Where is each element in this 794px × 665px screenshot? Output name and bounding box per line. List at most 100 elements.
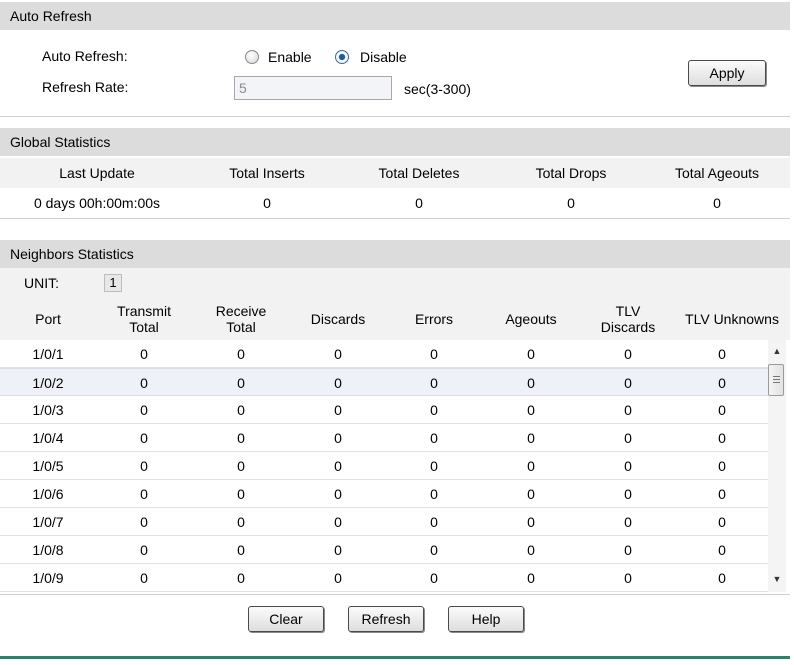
transmit-total-cell: 0: [140, 514, 148, 530]
port-cell: 1/0/9: [32, 570, 64, 586]
apply-button[interactable]: Apply: [688, 60, 766, 86]
neighbors-header-row: Port Transmit Total Receive Total Discar…: [0, 298, 790, 340]
receive-total-cell: 0: [237, 570, 245, 586]
discards-cell: 0: [334, 346, 342, 362]
column-header-errors: Errors: [414, 311, 454, 327]
transmit-total-cell: 0: [140, 486, 148, 502]
total-drops-cell: 0: [567, 195, 575, 211]
column-header-line: Receive: [215, 303, 267, 319]
transmit-total-cell: 0: [140, 402, 148, 418]
scrollbar-thumb[interactable]: [768, 364, 784, 396]
tlv-discards-cell: 0: [624, 458, 632, 474]
tlv-unknowns-cell: 0: [718, 458, 726, 474]
column-header: Total Drops: [498, 158, 644, 188]
tlv-unknowns-cell: 0: [718, 375, 726, 391]
total-ageouts-cell: 0: [713, 195, 721, 211]
discards-cell: 0: [334, 430, 342, 446]
errors-cell: 0: [430, 346, 438, 362]
divider: [0, 218, 790, 219]
port-cell: 1/0/1: [32, 346, 64, 362]
table-row[interactable]: 1/0/8 0 0 0 0 0 0 0: [0, 536, 768, 564]
table-row[interactable]: 1/0/1 0 0 0 0 0 0 0: [0, 340, 768, 368]
column-header-line: Discards: [600, 319, 656, 335]
column-header-line: Transmit: [117, 303, 171, 319]
errors-cell: 0: [430, 514, 438, 530]
column-header-ageouts: Ageouts: [505, 311, 557, 327]
global-statistics-header: Global Statistics: [0, 128, 790, 156]
receive-total-cell: 0: [237, 402, 245, 418]
refresh-rate-input[interactable]: 5: [234, 76, 392, 100]
unit-label: UNIT:: [24, 275, 59, 291]
tlv-unknowns-cell: 0: [718, 402, 726, 418]
table-row[interactable]: 1/0/2 0 0 0 0 0 0 0: [0, 368, 768, 396]
neighbors-statistics-header: Neighbors Statistics: [0, 240, 790, 268]
transmit-total-cell: 0: [140, 570, 148, 586]
errors-cell: 0: [430, 375, 438, 391]
global-statistics-title: Global Statistics: [10, 134, 111, 150]
port-cell: 1/0/8: [32, 542, 64, 558]
errors-cell: 0: [430, 458, 438, 474]
tlv-unknowns-cell: 0: [718, 430, 726, 446]
errors-cell: 0: [430, 486, 438, 502]
neighbors-statistics-title: Neighbors Statistics: [10, 246, 134, 262]
disable-label[interactable]: Disable: [360, 49, 407, 65]
discards-cell: 0: [334, 514, 342, 530]
errors-cell: 0: [430, 430, 438, 446]
scroll-up-icon[interactable]: ▲: [768, 342, 786, 360]
help-button[interactable]: Help: [448, 606, 524, 632]
column-header-tlv-unknowns: TLV Unknowns: [685, 311, 779, 327]
receive-total-cell: 0: [237, 375, 245, 391]
port-cell: 1/0/7: [32, 514, 64, 530]
clear-button[interactable]: Clear: [248, 606, 324, 632]
ageouts-cell: 0: [527, 375, 535, 391]
discards-cell: 0: [334, 486, 342, 502]
auto-refresh-title: Auto Refresh: [10, 8, 92, 24]
total-deletes-cell: 0: [415, 195, 423, 211]
auto-refresh-label: Auto Refresh:: [42, 48, 128, 64]
receive-total-cell: 0: [237, 514, 245, 530]
discards-cell: 0: [334, 375, 342, 391]
receive-total-cell: 0: [237, 430, 245, 446]
port-cell: 1/0/6: [32, 486, 64, 502]
tlv-unknowns-cell: 0: [718, 542, 726, 558]
receive-total-cell: 0: [237, 486, 245, 502]
tlv-discards-cell: 0: [624, 570, 632, 586]
disable-radio[interactable]: [335, 50, 349, 64]
column-header-line: TLV: [615, 303, 641, 319]
table-row[interactable]: 1/0/4 0 0 0 0 0 0 0: [0, 424, 768, 452]
receive-total-cell: 0: [237, 458, 245, 474]
column-header-tlv-discards: TLV Discards: [580, 298, 676, 340]
column-header: Total Ageouts: [644, 158, 790, 188]
transmit-total-cell: 0: [140, 458, 148, 474]
table-row[interactable]: 1/0/5 0 0 0 0 0 0 0: [0, 452, 768, 480]
column-header: Total Inserts: [194, 158, 340, 188]
enable-radio[interactable]: [245, 50, 259, 64]
table-row[interactable]: 1/0/9 0 0 0 0 0 0 0: [0, 564, 768, 592]
column-header-line: Total: [129, 319, 159, 335]
ageouts-cell: 0: [527, 430, 535, 446]
ageouts-cell: 0: [527, 486, 535, 502]
auto-refresh-header: Auto Refresh: [0, 2, 790, 30]
ageouts-cell: 0: [527, 542, 535, 558]
errors-cell: 0: [430, 570, 438, 586]
table-row[interactable]: 1/0/6 0 0 0 0 0 0 0: [0, 480, 768, 508]
table-row[interactable]: 1/0/7 0 0 0 0 0 0 0: [0, 508, 768, 536]
unit-selector[interactable]: 1: [104, 274, 122, 292]
column-header-receive-total: Receive Total: [192, 298, 290, 340]
tlv-discards-cell: 0: [624, 402, 632, 418]
tlv-unknowns-cell: 0: [718, 486, 726, 502]
table-row[interactable]: 1/0/3 0 0 0 0 0 0 0: [0, 396, 768, 424]
tlv-unknowns-cell: 0: [718, 514, 726, 530]
enable-label[interactable]: Enable: [268, 49, 312, 65]
refresh-button[interactable]: Refresh: [348, 606, 424, 632]
discards-cell: 0: [334, 542, 342, 558]
receive-total-cell: 0: [237, 542, 245, 558]
footer-line: [0, 656, 790, 659]
port-cell: 1/0/5: [32, 458, 64, 474]
global-statistics-table: Last Update Total Inserts Total Deletes …: [0, 158, 790, 218]
discards-cell: 0: [334, 570, 342, 586]
ageouts-cell: 0: [527, 514, 535, 530]
scroll-down-icon[interactable]: ▼: [768, 570, 786, 588]
column-header-discards: Discards: [310, 311, 366, 327]
table-row: 0 days 00h:00m:00s 0 0 0 0: [0, 188, 790, 218]
